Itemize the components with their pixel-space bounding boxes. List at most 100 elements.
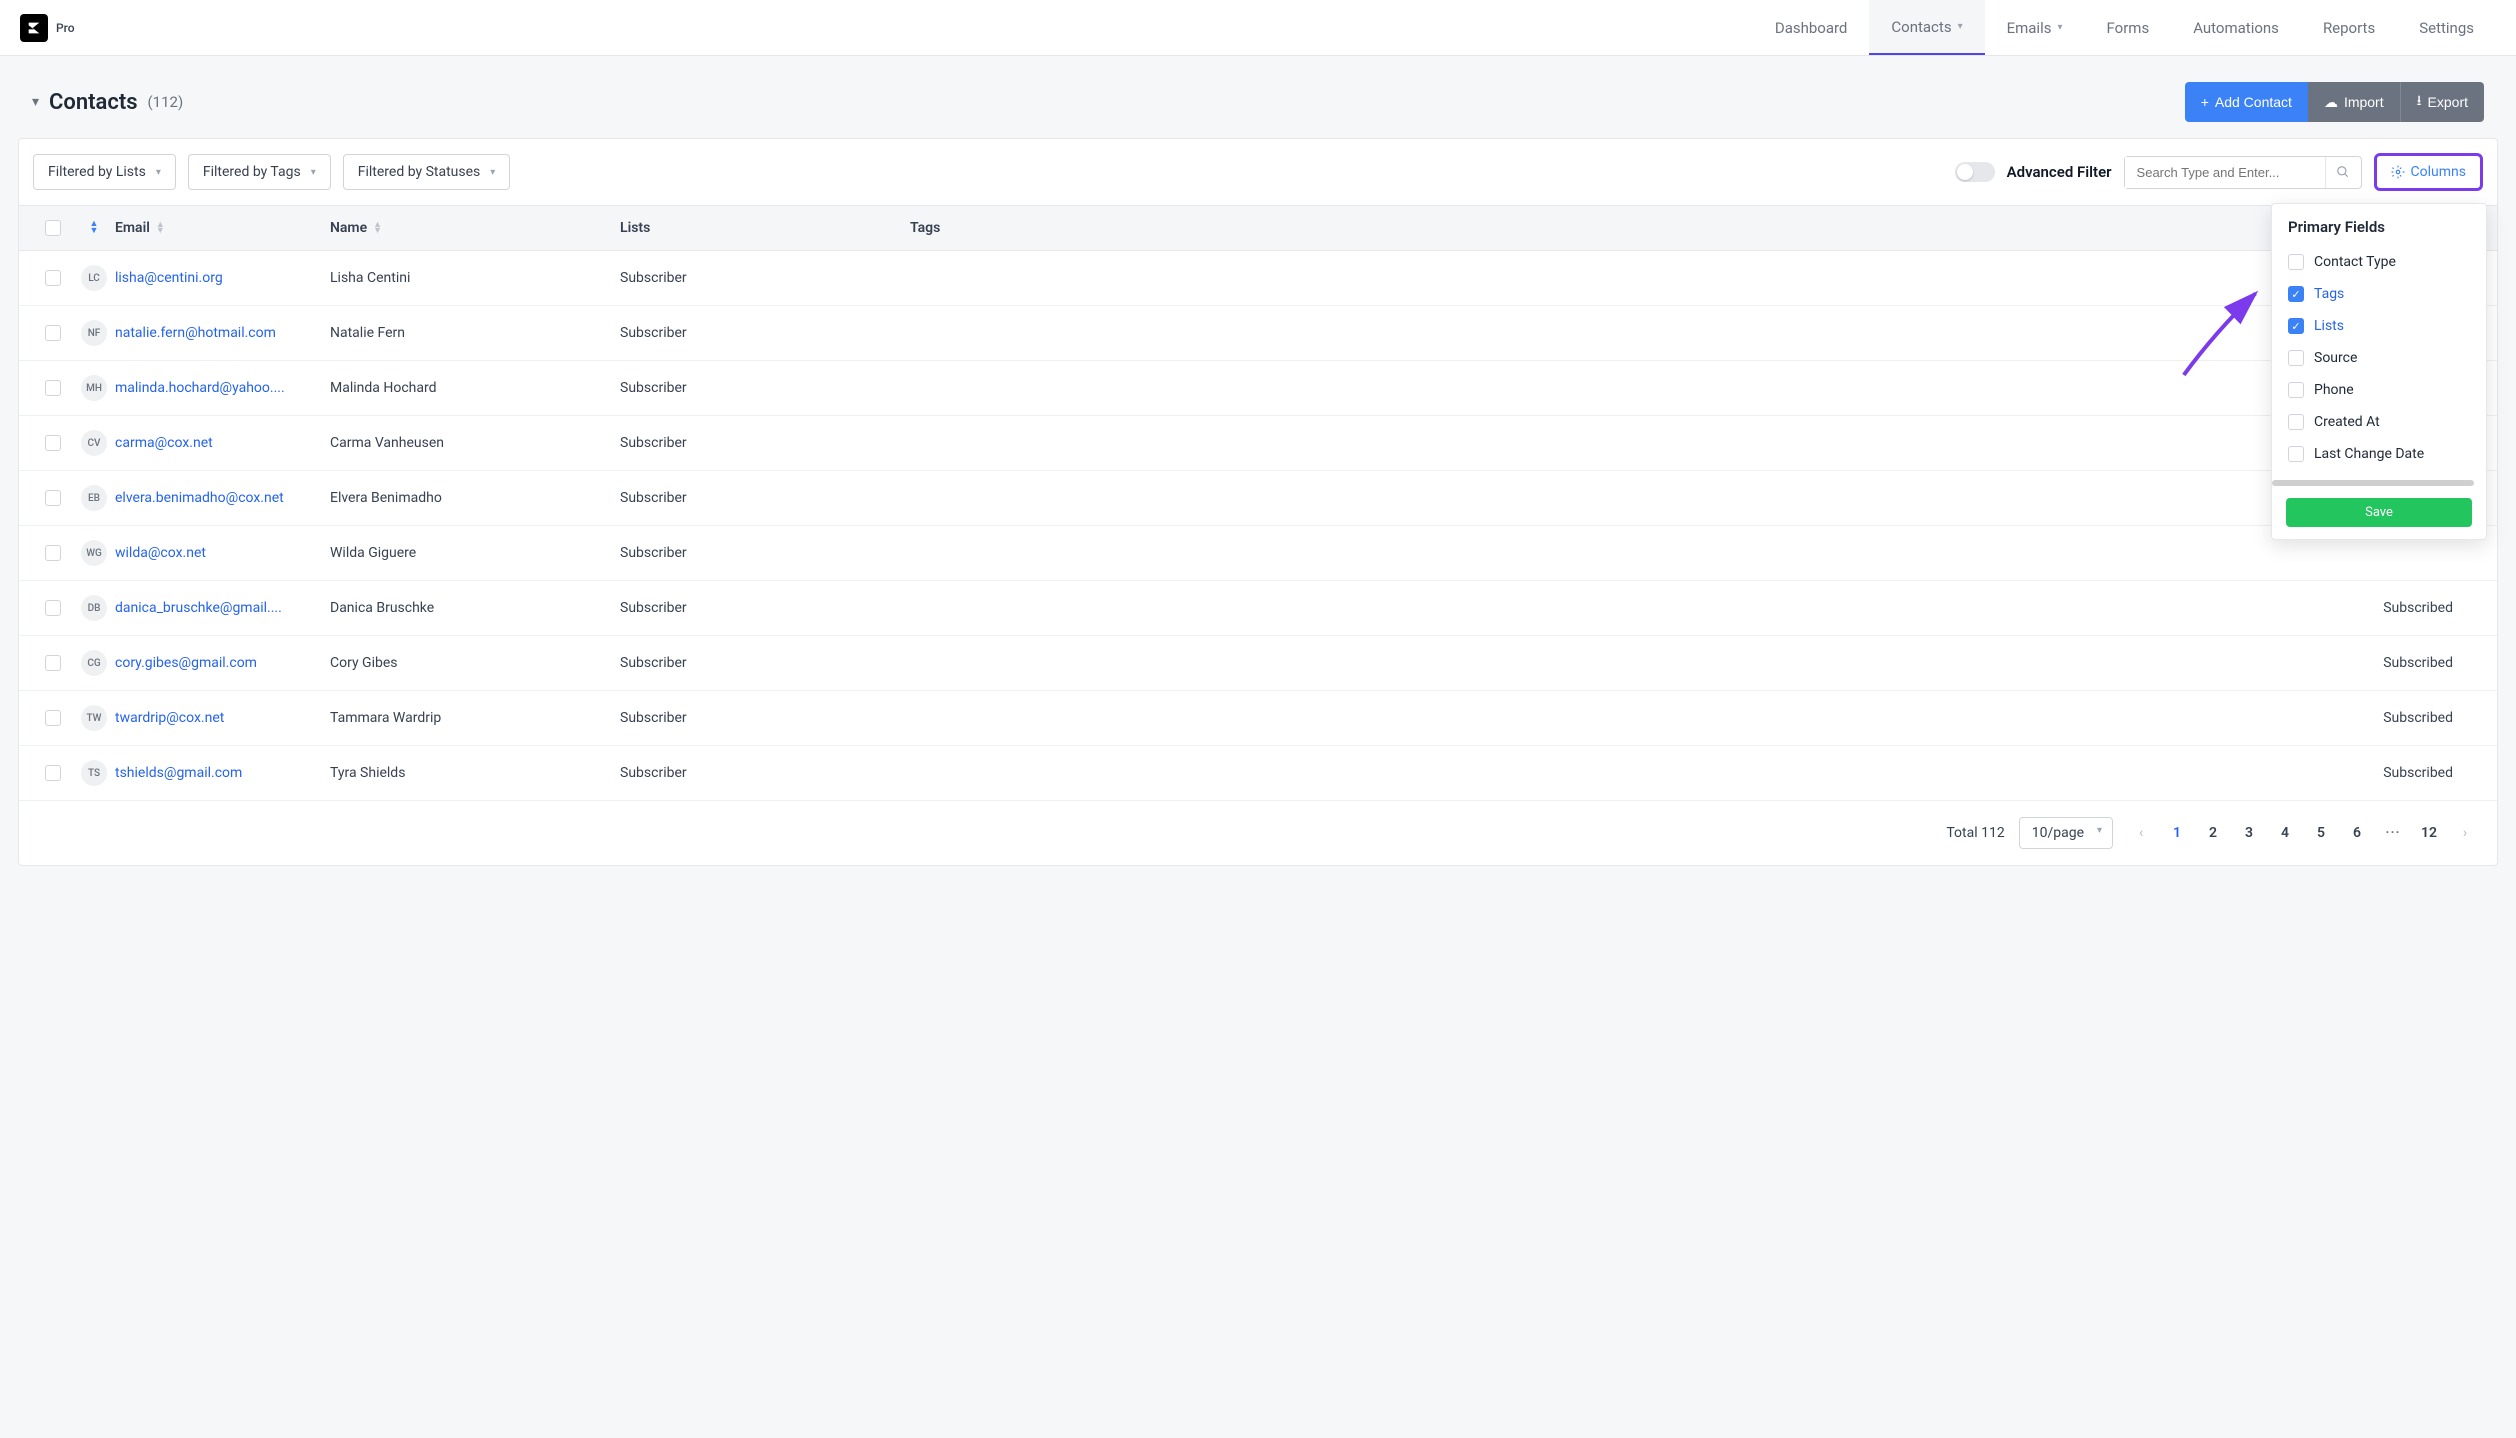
page-4[interactable]: 4 [2271,819,2299,847]
column-option[interactable]: Last Change Date [2272,438,2486,470]
logo-icon [20,14,48,42]
contacts-card: Filtered by Lists ▾ Filtered by Tags ▾ F… [18,138,2498,866]
email-link[interactable]: elvera.benimadho@cox.net [115,490,284,506]
advanced-filter-toggle[interactable] [1955,162,1995,182]
checkbox[interactable] [2288,350,2304,366]
row-checkbox[interactable] [45,380,61,396]
add-contact-button[interactable]: + Add Contact [2185,82,2308,122]
email-link[interactable]: danica_bruschke@gmail.... [115,600,282,616]
nav-contacts[interactable]: Contacts▾ [1869,0,1984,55]
checkbox[interactable] [2288,254,2304,270]
nav-forms[interactable]: Forms [2085,0,2172,55]
next-page-button[interactable]: › [2451,819,2479,847]
export-button[interactable]: ⭳ Export [2401,82,2484,122]
email-link[interactable]: twardrip@cox.net [115,710,224,726]
select-all-checkbox[interactable] [45,220,61,236]
filter-tags-button[interactable]: Filtered by Tags ▾ [188,154,331,190]
table-row: DB danica_bruschke@gmail.... Danica Brus… [19,581,2497,636]
email-link[interactable]: tshields@gmail.com [115,765,242,781]
column-option[interactable]: Created At [2272,406,2486,438]
email-link[interactable]: wilda@cox.net [115,545,206,561]
row-checkbox[interactable] [45,270,61,286]
chevron-down-icon[interactable]: ▾ [32,94,39,110]
table-row: TS tshields@gmail.com Tyra Shields Subsc… [19,746,2497,801]
table-row: TW twardrip@cox.net Tammara Wardrip Subs… [19,691,2497,746]
page-ellipsis[interactable]: ··· [2379,819,2407,847]
contact-name: Elvera Benimadho [330,490,442,506]
advanced-filter-label: Advanced Filter [2007,163,2112,181]
nav-dashboard[interactable]: Dashboard [1753,0,1870,55]
row-checkbox[interactable] [45,655,61,671]
page-6[interactable]: 6 [2343,819,2371,847]
nav-automations[interactable]: Automations [2171,0,2301,55]
filter-lists-button[interactable]: Filtered by Lists ▾ [33,154,176,190]
row-checkbox[interactable] [45,545,61,561]
nav-emails[interactable]: Emails▾ [1985,0,2085,55]
checkbox[interactable] [2288,382,2304,398]
contact-name: Tammara Wardrip [330,710,441,726]
search-button[interactable] [2325,157,2361,188]
column-option[interactable]: ✓Tags [2272,278,2486,310]
top-nav: Pro DashboardContacts▾Emails▾FormsAutoma… [0,0,2516,56]
checkbox[interactable] [2288,414,2304,430]
page-1[interactable]: 1 [2163,819,2191,847]
plus-icon: + [2201,94,2209,110]
email-link[interactable]: natalie.fern@hotmail.com [115,325,276,341]
sort-column[interactable]: ▲▼ [73,220,115,236]
avatar: WG [81,540,107,566]
column-option[interactable]: Source [2272,342,2486,374]
contact-name: Malinda Hochard [330,380,437,396]
checkbox[interactable] [2288,446,2304,462]
search-input[interactable] [2125,157,2325,188]
header-name[interactable]: Name ▲▼ [330,220,620,236]
logo[interactable]: Pro [20,14,75,42]
contact-lists: Subscriber [620,325,687,341]
column-option[interactable]: Contact Type [2272,246,2486,278]
avatar: MH [81,375,107,401]
contact-name: Carma Vanheusen [330,435,444,451]
checkbox[interactable]: ✓ [2288,286,2304,302]
scrollbar[interactable] [2272,480,2474,486]
row-checkbox[interactable] [45,710,61,726]
avatar: TW [81,705,107,731]
nav-reports[interactable]: Reports [2301,0,2397,55]
chevron-down-icon: ▾ [2057,22,2062,33]
email-link[interactable]: lisha@centini.org [115,270,223,286]
page-size-select[interactable]: 10/page [2019,817,2113,849]
prev-page-button[interactable]: ‹ [2127,819,2155,847]
gear-icon [2391,165,2405,179]
page-12[interactable]: 12 [2415,819,2443,847]
contact-lists: Subscriber [620,600,687,616]
row-checkbox[interactable] [45,325,61,341]
email-link[interactable]: cory.gibes@gmail.com [115,655,257,671]
avatar: CG [81,650,107,676]
contact-lists: Subscriber [620,765,687,781]
column-option[interactable]: ✓Lists [2272,310,2486,342]
contact-lists: Subscriber [620,655,687,671]
page-3[interactable]: 3 [2235,819,2263,847]
row-checkbox[interactable] [45,435,61,451]
import-button[interactable]: ☁ Import [2308,82,2401,122]
sort-icon: ▲▼ [373,222,382,234]
header-email[interactable]: Email ▲▼ [115,220,330,236]
row-checkbox[interactable] [45,765,61,781]
table-row: NF natalie.fern@hotmail.com Natalie Fern… [19,306,2497,361]
save-button[interactable]: Save [2286,498,2472,527]
column-option[interactable]: Phone [2272,374,2486,406]
checkbox[interactable]: ✓ [2288,318,2304,334]
page-5[interactable]: 5 [2307,819,2335,847]
email-link[interactable]: carma@cox.net [115,435,213,451]
table-row: MH malinda.hochard@yahoo.... Malinda Hoc… [19,361,2497,416]
contact-name: Cory Gibes [330,655,398,671]
avatar: EB [81,485,107,511]
avatar: CV [81,430,107,456]
nav-settings[interactable]: Settings [2397,0,2496,55]
page-2[interactable]: 2 [2199,819,2227,847]
email-link[interactable]: malinda.hochard@yahoo.... [115,380,285,396]
row-checkbox[interactable] [45,600,61,616]
row-checkbox[interactable] [45,490,61,506]
table-row: LC lisha@centini.org Lisha Centini Subsc… [19,251,2497,306]
columns-button[interactable]: Columns [2374,153,2483,191]
filter-statuses-button[interactable]: Filtered by Statuses ▾ [343,154,511,190]
chevron-down-icon: ▾ [490,167,495,178]
